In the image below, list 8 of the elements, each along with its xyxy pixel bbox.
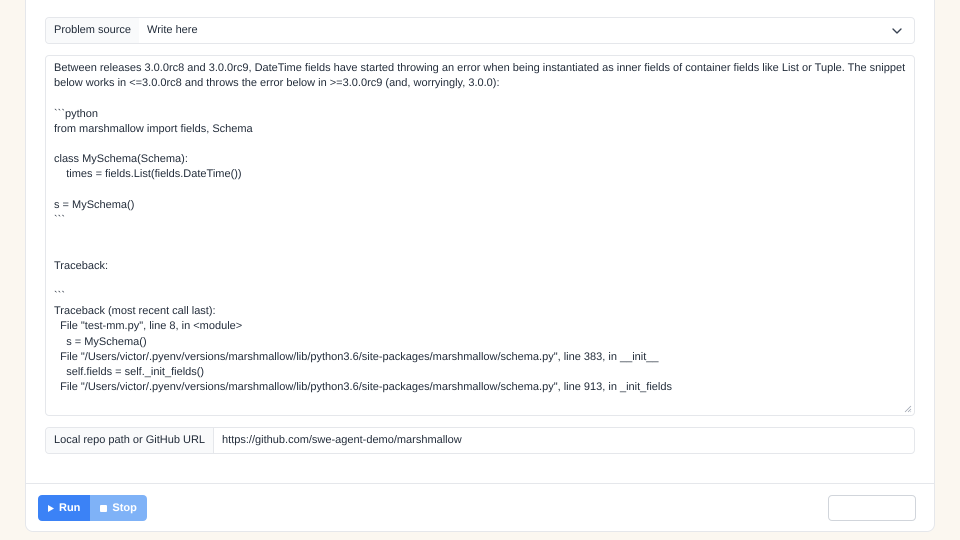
problem-source-dropdown[interactable]: Problem source Write here [45, 17, 915, 44]
dropdown-value: Write here [146, 23, 199, 38]
field-label: Local repo path or GitHub URL [46, 428, 214, 453]
run-button[interactable]: Run [38, 495, 90, 521]
description-text: Between releases 3.0.0rc8 and 3.0.0rc9, DateTime fields have started throwing an error when being instantiated as inner fields of container fields like List or Tuple. The snippet below works in <=3.0.0rc8 and throws the error below in >=3.0.0rc9 (and, worryingly, 3.0.0): ```python from marshmallow import fields, Schema class MySchema(Schema): times = fields.List(fields.DateTime()) s = MySchema() ``` Traceback: ``` Traceback (most recent call last): File "test-mm.py", line 8, in <module> s = MySchema() File "/Users/victor/.pyenv/versions/marshmallow/lib/python3.6/site-packages/marshmallow/schema.py", line 383, in __init__ self.fields = self._init_fields() File "/Users/victor/.pyenv/versions/marshmallow/lib/python3.6/site-packages/marshmallow/schema.py", line 913, in _init_fields [54, 61, 906, 396]
repo-field[interactable]: Local repo path or GitHub URL https://github.com/swe-agent-demo/marshmallow [45, 427, 915, 454]
field-label: Problem source [46, 18, 140, 43]
repo-url-value: https://github.com/swe-agent-demo/marshmallow [221, 433, 463, 448]
